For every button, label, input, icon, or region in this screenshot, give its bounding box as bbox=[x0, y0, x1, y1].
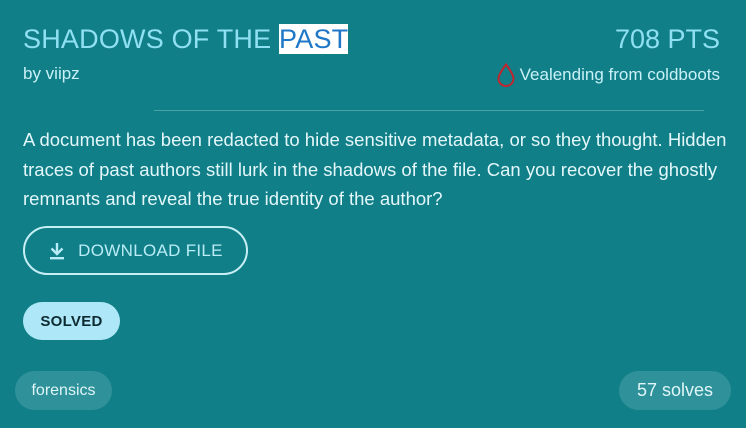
category-tag[interactable]: forensics bbox=[15, 371, 112, 410]
challenge-title-selected-text: PAST bbox=[279, 24, 349, 54]
divider bbox=[154, 110, 704, 111]
download-file-label: DOWNLOAD FILE bbox=[78, 240, 223, 260]
challenge-points: 708 PTS bbox=[614, 24, 720, 54]
challenge-title-prefix: SHADOWS OF THE bbox=[23, 24, 280, 54]
challenge-card: SHADOWS OF THE PAST 708 PTS by viipz Vea… bbox=[0, 0, 746, 428]
challenge-description: A document has been redacted to hide sen… bbox=[23, 129, 727, 209]
challenge-author: by viipz bbox=[23, 64, 80, 83]
download-icon bbox=[48, 241, 66, 261]
download-file-button[interactable]: DOWNLOAD FILE bbox=[23, 226, 248, 275]
blood-drop-icon bbox=[496, 63, 516, 87]
first-blood-text: Vealending from coldboots bbox=[519, 65, 720, 84]
solves-count[interactable]: 57 solves bbox=[619, 371, 731, 410]
first-blood: Vealending from coldboots bbox=[496, 63, 720, 87]
solved-badge: SOLVED bbox=[23, 302, 120, 340]
challenge-title: SHADOWS OF THE PAST bbox=[23, 24, 349, 55]
